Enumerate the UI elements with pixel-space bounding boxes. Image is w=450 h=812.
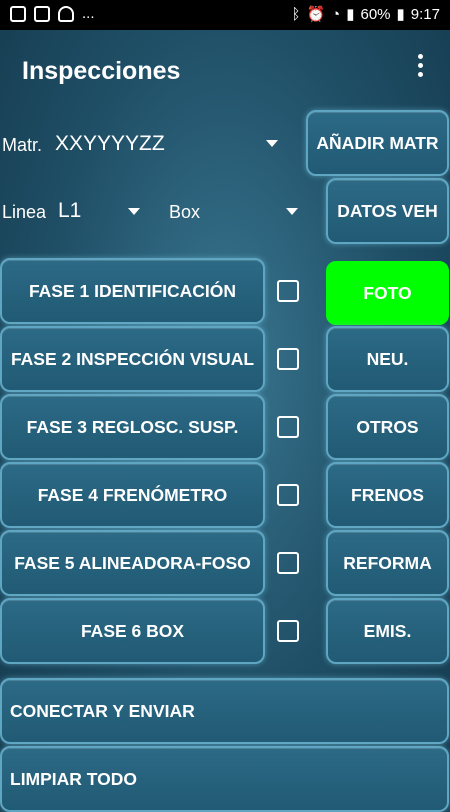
- add-matr-button[interactable]: AÑADIR MATR: [306, 110, 449, 176]
- phase-1-button[interactable]: FASE 1 IDENTIFICACIÓN: [0, 258, 265, 324]
- alarm-icon: ⏰: [306, 6, 326, 23]
- photo-button[interactable]: FOTO: [326, 261, 449, 325]
- brakes-button[interactable]: FRENOS: [326, 462, 449, 528]
- phase-6-checkbox[interactable]: [277, 620, 299, 642]
- battery-percent: 60%: [360, 5, 391, 23]
- phase-4-button[interactable]: FASE 4 FRENÓMETRO: [0, 462, 265, 528]
- phase-4-checkbox[interactable]: [277, 484, 299, 506]
- phase-3-checkbox[interactable]: [277, 416, 299, 438]
- status-overflow: ...: [82, 5, 95, 22]
- battery-icon: ▮: [396, 6, 405, 23]
- hand-icon: [58, 5, 74, 22]
- linea-dropdown-icon[interactable]: [128, 208, 140, 215]
- phase-5-button[interactable]: FASE 5 ALINEADORA-FOSO: [0, 530, 265, 596]
- matr-dropdown-icon[interactable]: [266, 140, 278, 147]
- bluetooth-icon: ᛒ: [291, 5, 301, 23]
- status-left: ...: [10, 5, 95, 22]
- phase-2-button[interactable]: FASE 2 INSPECCIÓN VISUAL: [0, 326, 265, 392]
- tyres-button[interactable]: NEU.: [326, 326, 449, 392]
- box-spinner[interactable]: Box: [169, 202, 200, 223]
- status-bar: ... ᛒ ⏰ ◔ ▮ 60% ▮ 9:17: [0, 0, 450, 30]
- vehicle-data-button[interactable]: DATOS VEH: [326, 178, 449, 244]
- status-time: 9:17: [410, 5, 440, 23]
- gallery-icon: [34, 5, 50, 22]
- image-icon: [10, 5, 26, 22]
- others-button[interactable]: OTROS: [326, 394, 449, 460]
- signal-icon: ▮: [346, 6, 355, 23]
- emissions-button[interactable]: EMIS.: [326, 598, 449, 664]
- connect-send-button[interactable]: CONECTAR Y ENVIAR: [0, 678, 449, 744]
- box-dropdown-icon[interactable]: [286, 208, 298, 215]
- more-vertical-icon[interactable]: [414, 54, 426, 82]
- wifi-icon: ◔: [331, 5, 341, 23]
- phase-1-checkbox[interactable]: [277, 280, 299, 302]
- reform-button[interactable]: REFORMA: [326, 530, 449, 596]
- matr-spinner[interactable]: XXYYYYZZ: [55, 132, 165, 156]
- linea-spinner[interactable]: L1: [58, 199, 81, 223]
- matr-label: Matr.: [2, 135, 43, 155]
- clear-all-button[interactable]: LIMPIAR TODO: [0, 746, 449, 812]
- app-bar: Inspecciones: [0, 30, 450, 114]
- phase-2-checkbox[interactable]: [277, 348, 299, 370]
- phase-5-checkbox[interactable]: [277, 552, 299, 574]
- phase-6-button[interactable]: FASE 6 BOX: [0, 598, 265, 664]
- linea-label: Linea: [2, 202, 47, 222]
- phase-3-button[interactable]: FASE 3 REGLOSC. SUSP.: [0, 394, 265, 460]
- page-title: Inspecciones: [22, 57, 181, 85]
- status-right: ᛒ ⏰ ◔ ▮ 60% ▮ 9:17: [291, 5, 440, 24]
